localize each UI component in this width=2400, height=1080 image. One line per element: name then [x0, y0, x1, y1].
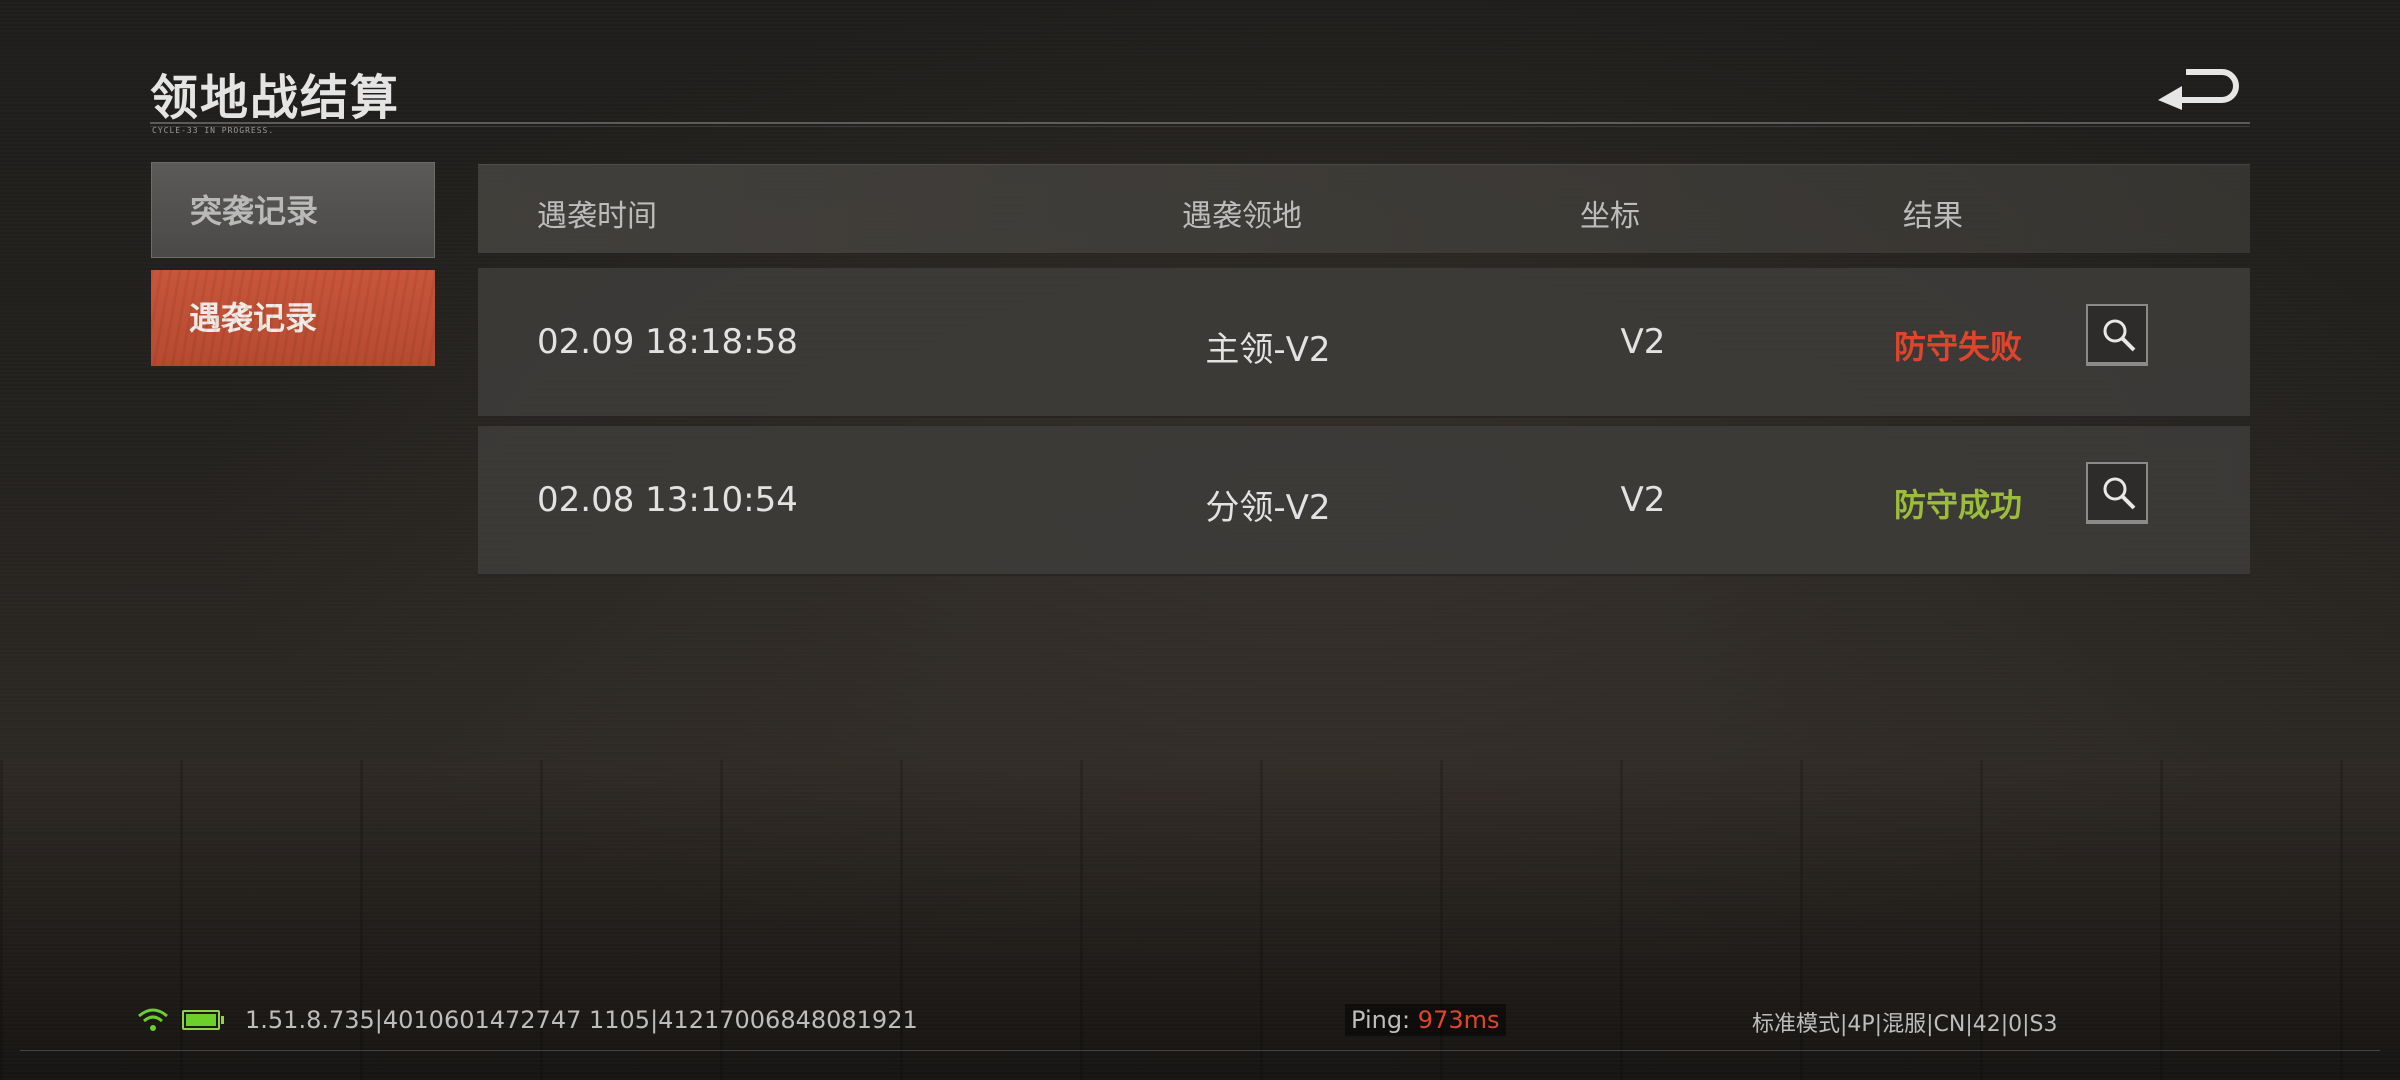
column-header-time: 遇袭时间 — [537, 199, 657, 234]
ambush-time: 02.08 13:10:54 — [537, 480, 798, 520]
ambush-time: 02.09 18:18:58 — [537, 322, 798, 362]
server-mode-info: 标准模式|4P|混服|CN|42|0|S3 — [1752, 1012, 2058, 1037]
view-details-button[interactable] — [2086, 462, 2148, 524]
page-title: 领地战结算 — [150, 70, 401, 126]
wifi-icon — [138, 1008, 168, 1031]
sidebar-item-label: 突袭记录 — [190, 192, 319, 230]
table-row: 02.08 13:10:54 分领-V2 V2 防守成功 — [478, 426, 2250, 576]
ambush-territory: 分领-V2 — [1205, 488, 1331, 528]
ping-value: 973ms — [1417, 1006, 1500, 1034]
column-header-result: 结果 — [1903, 199, 1963, 234]
result-badge: 防守成功 — [1893, 486, 2022, 524]
ambush-territory: 主领-V2 — [1205, 330, 1331, 370]
view-details-button[interactable] — [2086, 304, 2148, 366]
ping-indicator: Ping: 973ms — [1345, 1004, 1506, 1036]
version-info: 1.51.8.735|4010601472747 1105|4121700684… — [245, 1006, 918, 1034]
table-row: 02.09 18:18:58 主领-V2 V2 防守失败 — [478, 268, 2250, 418]
result-badge: 防守失败 — [1893, 328, 2022, 366]
back-button[interactable] — [2156, 66, 2242, 116]
table-header: 遇袭时间 遇袭领地 坐标 结果 — [478, 164, 2250, 253]
column-header-coord: 坐标 — [1580, 199, 1640, 234]
search-icon — [2103, 477, 2136, 510]
search-icon — [2103, 319, 2136, 352]
header-divider-thin — [150, 126, 2250, 127]
ambush-coord: V2 — [1620, 480, 1666, 520]
sidebar-item-ambush-records[interactable]: 遇袭记录 — [151, 270, 435, 366]
bottom-divider — [20, 1050, 2380, 1051]
battery-icon — [182, 1010, 224, 1030]
ping-label: Ping: — [1351, 1006, 1411, 1034]
ambush-coord: V2 — [1620, 322, 1666, 362]
back-arrow-icon — [2158, 69, 2239, 110]
column-header-territory: 遇袭领地 — [1182, 199, 1302, 234]
sidebar-item-label: 遇袭记录 — [189, 299, 318, 337]
header-divider — [150, 122, 2250, 124]
cycle-caption: CYCLE-33 IN PROGRESS. — [152, 126, 275, 135]
sidebar-item-raid-records[interactable]: 突袭记录 — [151, 162, 435, 258]
